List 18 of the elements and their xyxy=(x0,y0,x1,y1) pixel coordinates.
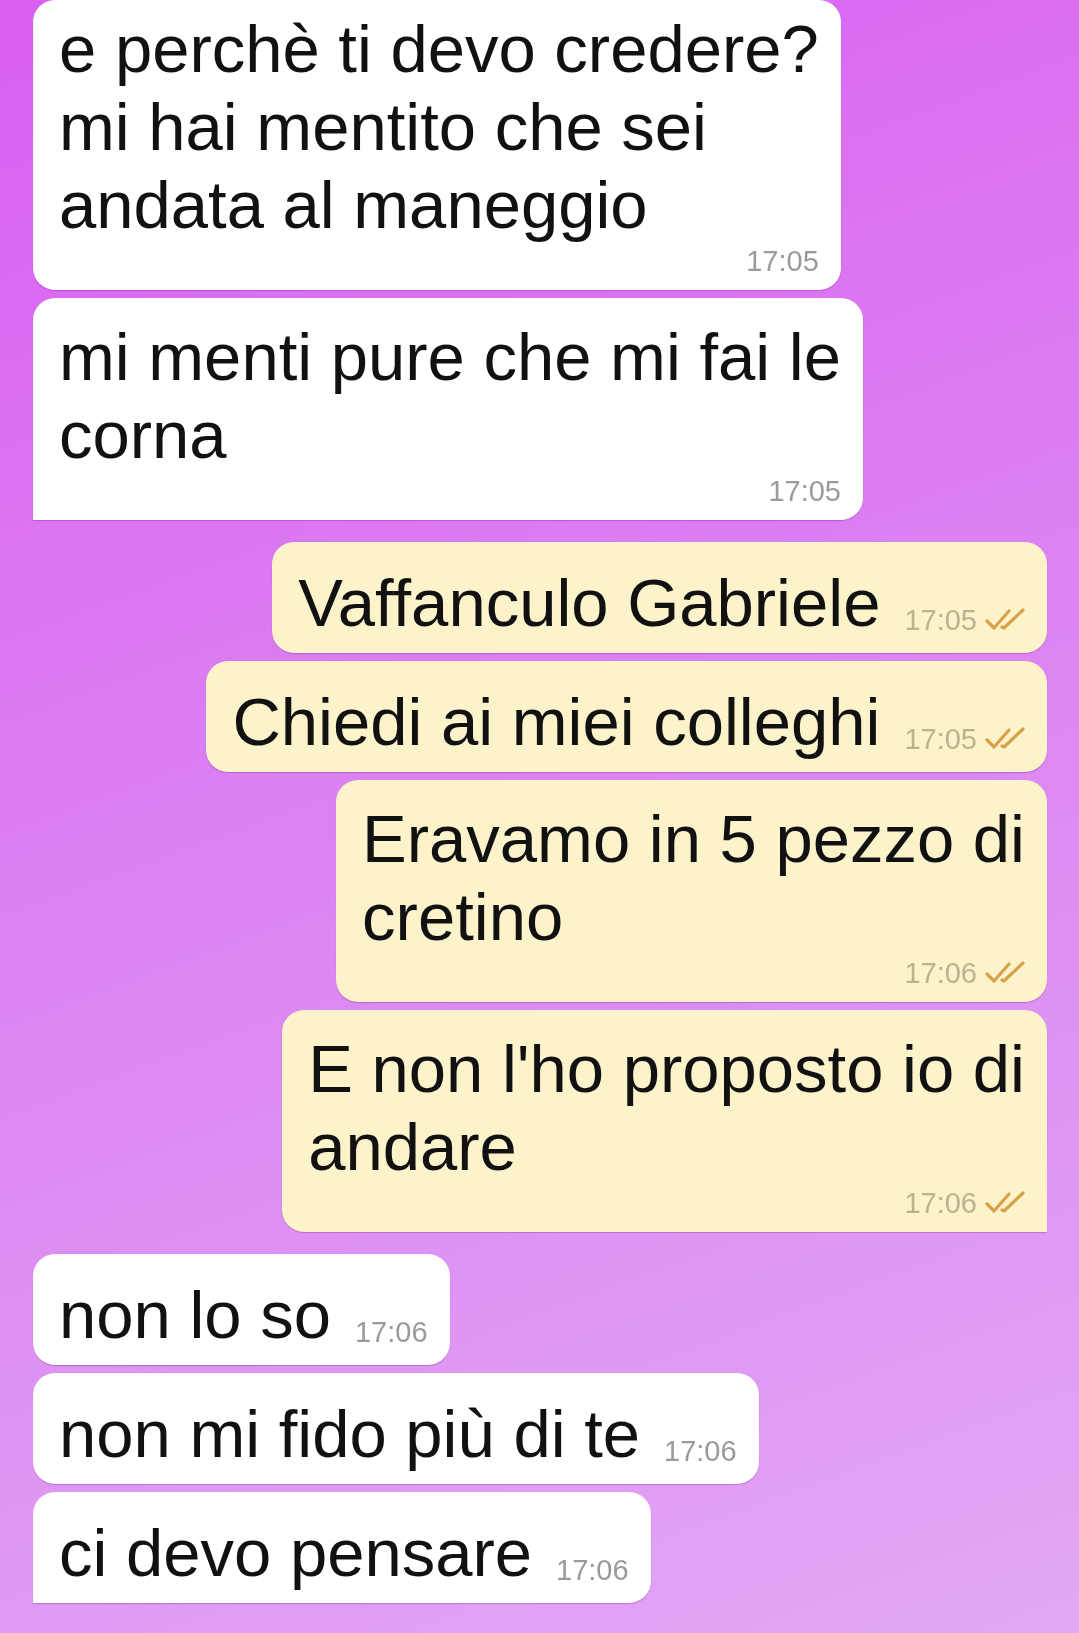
message-time: 17:06 xyxy=(904,1186,977,1220)
message-time: 17:05 xyxy=(904,722,977,756)
message-text: ci devo pensare xyxy=(59,1514,533,1592)
message-time: 17:05 xyxy=(768,474,841,508)
message-time: 17:05 xyxy=(904,603,977,637)
message-text: Vaffanculo Gabriele xyxy=(298,564,881,642)
message-time: 17:06 xyxy=(904,956,977,990)
message-text: Chiedi ai miei colleghi xyxy=(232,683,881,761)
message-time: 17:06 xyxy=(354,1315,428,1349)
message-time: 17:06 xyxy=(556,1553,629,1587)
message-text: non lo so xyxy=(59,1276,331,1354)
message-text: mi menti pure che mi fai le corna xyxy=(59,318,841,474)
message-text: E non l'ho proposto io di andare xyxy=(308,1030,1025,1186)
message-text: non mi fido più di te xyxy=(59,1395,640,1473)
message-time: 17:06 xyxy=(664,1434,737,1468)
message-text: Eravamo in 5 pezzo di cretino xyxy=(362,800,1025,956)
message-text: e perchè ti devo credere? mi hai mentito che sei andata al maneggio xyxy=(59,10,819,244)
message-time: 17:05 xyxy=(746,244,819,278)
